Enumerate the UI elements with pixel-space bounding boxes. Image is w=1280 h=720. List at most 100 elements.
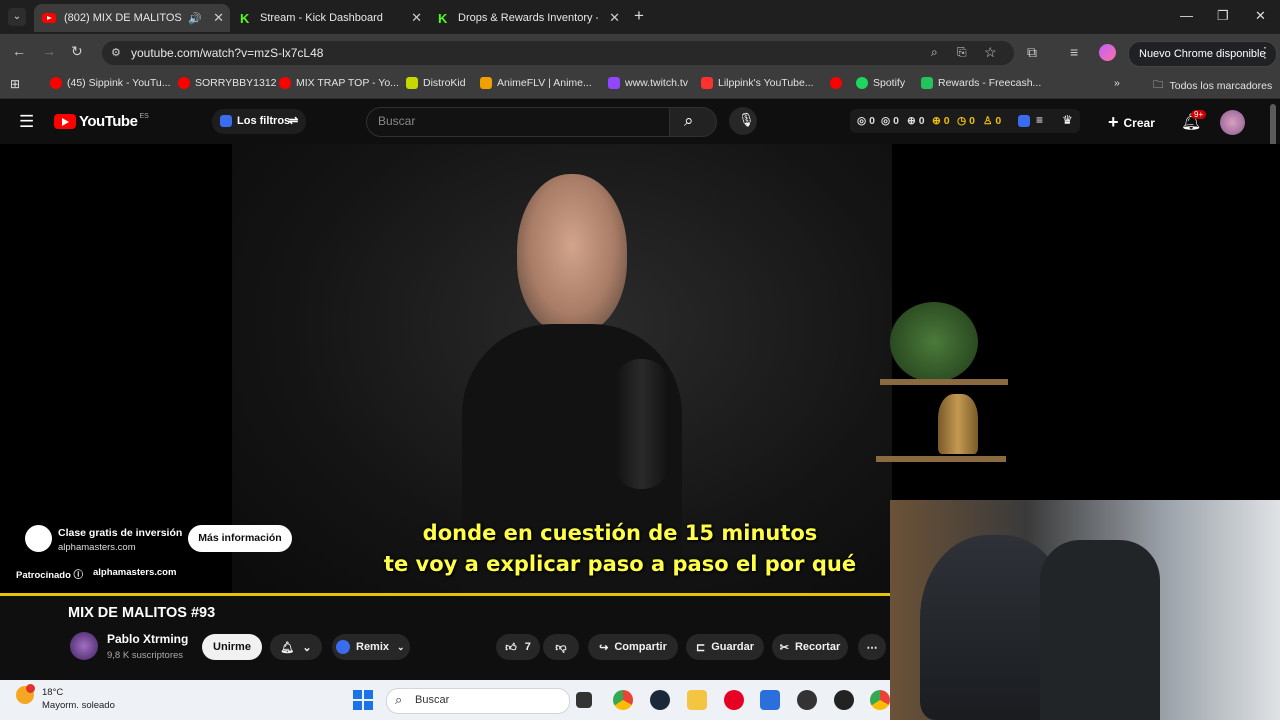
tab-kick-drops[interactable]: K Drops & Rewards Inventory - Ki ✕ xyxy=(430,4,626,32)
profile-avatar[interactable] xyxy=(1099,44,1116,61)
clip-button[interactable]: ✂ Recortar xyxy=(772,634,848,660)
new-tab-button[interactable]: + xyxy=(634,6,644,26)
freecash-icon xyxy=(921,77,933,89)
close-tab-icon[interactable]: ✕ xyxy=(411,10,422,26)
dislike-button[interactable]: 👎︎ xyxy=(543,634,579,660)
minimize-icon[interactable]: — xyxy=(1180,8,1193,23)
ad-title[interactable]: Clase gratis de inversión xyxy=(58,527,182,539)
close-tab-icon[interactable]: ✕ xyxy=(213,10,224,26)
audio-icon: 🔊 xyxy=(188,12,202,25)
weather-desc: Mayorm. soleado xyxy=(42,700,115,711)
more-horiz-icon: ⋯ xyxy=(866,641,878,654)
file-explorer-icon[interactable] xyxy=(687,690,707,710)
twitch-icon xyxy=(608,77,620,89)
bell-icon: 🔔︎ xyxy=(280,641,295,654)
bookmark-item[interactable]: Spotify xyxy=(856,77,905,89)
more-actions-button[interactable]: ⋯ xyxy=(858,634,886,660)
tab-youtube[interactable]: (802) MIX DE MALITOS #93 🔊 ✕ xyxy=(34,4,230,32)
bookmark-item[interactable]: DistroKid xyxy=(406,77,466,89)
url-text[interactable]: youtube.com/watch?v=mzS-lx7cL48 xyxy=(131,46,323,60)
trophy-icon[interactable]: ♛ xyxy=(1062,113,1073,127)
ad-cta-button[interactable]: Más información xyxy=(188,525,292,552)
chevron-down-icon: ⌄ xyxy=(397,641,405,652)
start-button[interactable] xyxy=(353,690,373,710)
forward-icon[interactable]: → xyxy=(42,43,56,59)
channel-name[interactable]: Pablo Xtrming xyxy=(107,632,188,646)
search-input[interactable]: Buscar xyxy=(366,107,671,137)
stat-views: ◎ 0 xyxy=(881,115,899,127)
notifications-dropdown[interactable]: 🔔︎ ⌄ xyxy=(270,634,322,660)
animeflv-icon xyxy=(480,77,492,89)
store-icon[interactable] xyxy=(760,690,780,710)
thumbs-up-icon: 👍︎ xyxy=(505,641,517,654)
bookmark-item[interactable]: MIX TRAP TOP - Yo... xyxy=(279,77,399,89)
tab-kick-dashboard[interactable]: K Stream - Kick Dashboard ✕ xyxy=(232,4,428,32)
task-view-icon[interactable] xyxy=(576,692,592,708)
microphone xyxy=(614,359,669,489)
close-window-icon[interactable]: ✕ xyxy=(1255,8,1266,24)
bookmark-item[interactable]: www.twitch.tv xyxy=(608,77,688,89)
bookmark-star-icon[interactable]: ☆ xyxy=(984,44,997,61)
menu-icon[interactable]: ☰ xyxy=(19,112,34,132)
stat-points: ⊕ 0 xyxy=(932,115,950,127)
kick-icon: K xyxy=(240,10,250,26)
list-icon[interactable]: ≡ xyxy=(1036,113,1043,127)
site-info-icon[interactable]: ⚙ xyxy=(111,46,121,59)
bookmark-item[interactable]: Lilppink's YouTube... xyxy=(701,77,814,89)
media-controls-icon[interactable]: ≡ xyxy=(1070,44,1078,60)
restore-icon[interactable]: ❐ xyxy=(1217,8,1229,24)
youtube-icon xyxy=(50,77,62,89)
tab-search-button[interactable]: ⌄ xyxy=(8,8,26,26)
zoom-icon[interactable]: ⌕ xyxy=(931,45,938,60)
taskbar-search[interactable]: ⌕ Buscar xyxy=(386,688,570,714)
search-icon: ⌕ xyxy=(684,111,694,130)
extension-icon[interactable] xyxy=(1018,115,1030,127)
chrome-profile-icon[interactable] xyxy=(870,690,890,710)
youtube-icon xyxy=(178,77,190,89)
reload-icon[interactable]: ↻ xyxy=(71,43,83,60)
mic-icon: 🎙 xyxy=(738,112,755,127)
app-icon[interactable] xyxy=(834,690,854,710)
shelf xyxy=(880,379,1008,385)
save-button[interactable]: ⊏ Guardar xyxy=(686,634,764,660)
sponsored-domain[interactable]: alphamasters.com xyxy=(93,567,176,578)
like-button[interactable]: 👍︎ 7 xyxy=(496,634,540,660)
bookmark-item[interactable] xyxy=(830,77,847,89)
more-menu-icon[interactable]: ⋮ xyxy=(1258,44,1272,61)
chatgpt-icon[interactable] xyxy=(797,690,817,710)
search-button[interactable]: ⌕ xyxy=(669,107,717,137)
all-bookmarks-folder[interactable]: 🗀 Todos los marcadores xyxy=(1153,77,1272,95)
notifications-button[interactable]: 🔔︎ 9+ xyxy=(1181,110,1207,132)
shelf xyxy=(876,456,1006,462)
chrome-update-button[interactable]: Nuevo Chrome disponible xyxy=(1128,41,1277,67)
subscriber-count: 9,8 K suscriptores xyxy=(107,650,184,661)
install-app-icon[interactable]: ⎘ xyxy=(957,45,967,60)
back-icon[interactable]: ← xyxy=(12,43,26,59)
more-bookmarks-icon[interactable]: » xyxy=(1114,77,1120,89)
create-button[interactable]: + Crear xyxy=(1108,112,1155,133)
channel-avatar[interactable] xyxy=(70,632,98,660)
chrome-icon[interactable] xyxy=(613,690,633,710)
steam-icon[interactable] xyxy=(650,690,670,710)
account-avatar[interactable] xyxy=(1220,110,1245,135)
filters-button[interactable]: Los filtros ⇌ xyxy=(212,109,306,134)
bookmark-item[interactable]: Rewards - Freecash... xyxy=(921,77,1041,89)
apps-icon[interactable]: ⊞ xyxy=(10,77,20,91)
youtube-icon xyxy=(830,77,842,89)
close-tab-icon[interactable]: ✕ xyxy=(609,10,620,26)
tab-title: (802) MIX DE MALITOS #93 xyxy=(64,12,184,24)
remix-button[interactable]: Remix ⌄ xyxy=(332,634,410,660)
bookmark-item[interactable]: AnimeFLV | Anime... xyxy=(480,77,592,89)
join-button[interactable]: Unirme xyxy=(202,634,262,660)
extensions-icon[interactable]: ⧉ xyxy=(1027,44,1037,61)
bookmark-item[interactable]: (45) Sippink - YouTu... xyxy=(50,77,171,89)
webcam-chair xyxy=(1040,540,1160,720)
share-button[interactable]: ↪ Compartir xyxy=(588,634,678,660)
voice-search-button[interactable]: 🎙 xyxy=(729,107,757,135)
chrome-update-label: Nuevo Chrome disponible xyxy=(1139,48,1266,60)
bookmark-item[interactable]: SORRYBBY1312 xyxy=(178,77,277,89)
youtube-logo[interactable]: YouTube ES xyxy=(54,113,149,130)
advertiser-logo[interactable] xyxy=(25,525,52,552)
chart-icon xyxy=(701,77,713,89)
pinterest-icon[interactable] xyxy=(724,690,744,710)
